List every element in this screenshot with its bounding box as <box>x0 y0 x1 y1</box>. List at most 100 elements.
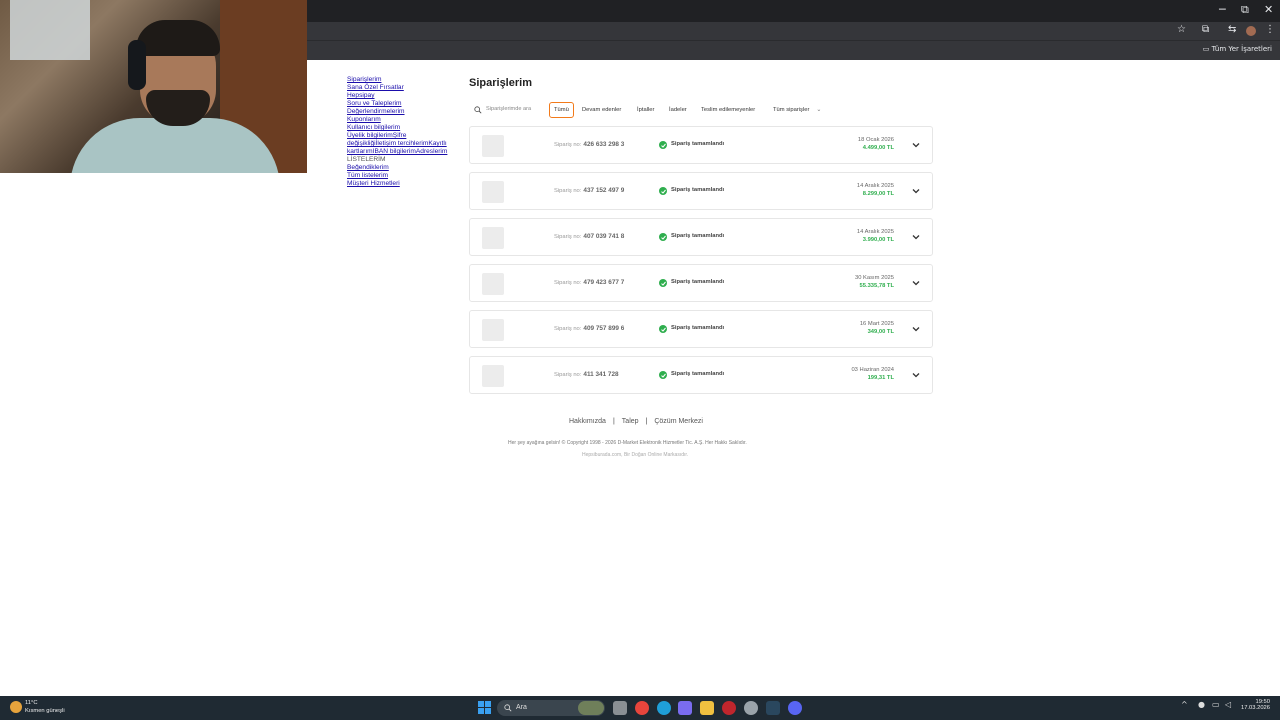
footer-brand: Hepsiburada.com, Bir Doğan Online Markas… <box>582 452 689 458</box>
check-circle-icon <box>659 233 667 241</box>
footer-link-about[interactable]: Hakkımızda <box>569 418 606 425</box>
order-row[interactable]: Sipariş no: 437 152 497 9 Sipariş tamamlan… <box>469 172 933 210</box>
tray-chevron-icon[interactable]: ^ <box>1181 700 1188 709</box>
taskbar-clock[interactable]: 19:50 17.03.2026 <box>1241 699 1270 711</box>
settings-icon[interactable] <box>744 701 758 715</box>
tab-search-icon[interactable]: ⇆ <box>1228 24 1236 35</box>
product-thumbnail[interactable] <box>482 227 504 249</box>
sidebar-item-reviews[interactable]: Değerlendirmelerim <box>347 108 459 116</box>
sidebar-item-customer-service[interactable]: Müşteri Hizmetleri <box>347 180 459 188</box>
sidebar-item-preferences[interactable]: değişikliğiİletişim tercihlerimKayıtlı <box>347 140 459 148</box>
sun-cloud-icon <box>10 701 22 713</box>
sidebar-item-hepsipay[interactable]: Hepsipay <box>347 92 459 100</box>
order-row[interactable]: Sipariş no: 411 341 728 Sipariş tamamlandı… <box>469 356 933 394</box>
all-bookmarks-link[interactable]: ▭ Tüm Yer İşaretleri <box>1203 45 1272 53</box>
sidebar-item-special-offers[interactable]: Sana Özel Fırsatlar <box>347 84 459 92</box>
product-thumbnail[interactable] <box>482 319 504 341</box>
product-thumbnail[interactable] <box>482 181 504 203</box>
filter-dropdown[interactable]: Tüm siparişler ⌄ <box>769 102 825 118</box>
chrome-icon[interactable] <box>635 701 649 715</box>
order-price: 4.499,00 TL <box>862 145 894 151</box>
filter-returns[interactable]: İadeler <box>665 102 691 118</box>
footer-link-solution-center[interactable]: Çözüm Merkezi <box>654 418 703 425</box>
product-thumbnail[interactable] <box>482 273 504 295</box>
star-icon[interactable]: ☆ <box>1177 24 1186 35</box>
order-date: 16 Mart 2025 <box>859 321 894 327</box>
check-circle-icon <box>659 371 667 379</box>
profile-avatar[interactable] <box>1246 26 1256 36</box>
copilot-icon[interactable] <box>678 701 692 715</box>
network-icon[interactable]: ▭ <box>1212 700 1220 709</box>
product-thumbnail[interactable] <box>482 135 504 157</box>
webcam-person-hair <box>136 20 220 56</box>
order-row[interactable]: Sipariş no: 426 633 298 3 Sipariş tamamlan… <box>469 126 933 164</box>
filter-ongoing[interactable]: Devam edenler <box>578 102 625 118</box>
product-thumbnail[interactable] <box>482 365 504 387</box>
order-date: 03 Haziran 2024 <box>851 367 894 373</box>
order-row[interactable]: Sipariş no: 407 039 741 8 Sipariş tamamlan… <box>469 218 933 256</box>
order-number: Sipariş no: 479 423 677 7 <box>554 279 624 286</box>
order-status-text: Sipariş tamamlandı <box>671 141 725 147</box>
maximize-button[interactable]: ⧉ <box>1241 3 1249 17</box>
order-status-text: Sipariş tamamlandı <box>671 187 725 193</box>
check-circle-icon <box>659 141 667 149</box>
microphone-icon[interactable]: ● <box>1198 700 1205 709</box>
order-price: 8.299,00 TL <box>862 191 894 197</box>
chevron-down-icon[interactable] <box>910 369 922 381</box>
discord-icon[interactable] <box>788 701 802 715</box>
footer-link-request[interactable]: Talep <box>622 418 639 425</box>
filter-undelivered[interactable]: Teslim edilemeyenler <box>697 102 759 118</box>
windows-logo-tile <box>478 708 484 714</box>
order-number: Sipariş no: 437 152 497 9 <box>554 187 624 194</box>
taskbar-search[interactable]: Ara <box>497 700 605 716</box>
media-icon[interactable] <box>722 701 736 715</box>
minimize-button[interactable]: ─ <box>1219 3 1226 16</box>
sidebar-item-membership[interactable]: Üyelik bilgilerimŞifre <box>347 132 459 140</box>
extensions-icon[interactable]: ⧉ <box>1202 24 1209 35</box>
order-status-text: Sipariş tamamlandı <box>671 233 725 239</box>
folder-icon[interactable] <box>700 701 714 715</box>
search-icon <box>504 704 512 712</box>
order-number: Sipariş no: 426 633 298 3 <box>554 141 624 148</box>
sidebar-item-questions[interactable]: Soru ve Taleplerim <box>347 100 459 108</box>
chevron-down-icon[interactable] <box>910 277 922 289</box>
chevron-down-icon[interactable] <box>910 185 922 197</box>
sidebar-item-user-info[interactable]: Kullanıcı bilgilerim <box>347 124 459 132</box>
sidebar-item-coupons[interactable]: Kuponlarım <box>347 116 459 124</box>
volume-icon[interactable]: ◁ <box>1225 700 1231 709</box>
steam-icon[interactable] <box>766 701 780 715</box>
weather-temperature: 11°C <box>25 700 38 706</box>
sidebar-item-cards-addresses[interactable]: kartlarımIBAN bilgilerimAdreslerim <box>347 148 459 156</box>
footer-separator: | <box>612 418 615 425</box>
order-number: Sipariş no: 409 757 899 6 <box>554 325 624 332</box>
chevron-down-icon[interactable] <box>910 231 922 243</box>
order-date: 14 Aralık 2025 <box>856 183 894 189</box>
edge-icon[interactable] <box>657 701 671 715</box>
order-status-text: Sipariş tamamlandı <box>671 325 725 331</box>
order-number-value: 407 039 741 8 <box>583 233 625 240</box>
check-circle-icon <box>659 187 667 195</box>
close-window-button[interactable]: ✕ <box>1264 3 1273 16</box>
chevron-down-icon[interactable] <box>910 323 922 335</box>
filter-cancellations[interactable]: İptaller <box>633 102 658 118</box>
page-title: Siparişlerim <box>469 77 532 89</box>
filter-all[interactable]: Tümü <box>549 102 574 118</box>
sidebar-item-favorites[interactable]: Beğendiklerim <box>347 164 459 172</box>
order-number: Sipariş no: 411 341 728 <box>554 371 619 378</box>
menu-icon[interactable]: ⋮ <box>1265 24 1275 35</box>
order-row[interactable]: Sipariş no: 479 423 677 7 Sipariş tamamlan… <box>469 264 933 302</box>
chevron-down-icon[interactable] <box>910 139 922 151</box>
folder-icon: ▭ <box>1202 45 1210 53</box>
order-number-value: 409 757 899 6 <box>583 325 625 332</box>
sidebar-item-orders[interactable]: Siparişlerim <box>347 76 459 84</box>
taskbar-search-label: Ara <box>516 704 527 711</box>
start-button[interactable] <box>478 701 492 715</box>
webcam-window <box>10 0 90 60</box>
search-placeholder: Siparişlerimde ara <box>486 106 532 112</box>
sidebar-item-all-lists[interactable]: Tüm listelerim <box>347 172 459 180</box>
footer-separator: | <box>645 418 648 425</box>
order-date: 18 Ocak 2026 <box>857 137 894 143</box>
order-row[interactable]: Sipariş no: 409 757 899 6 Sipariş tamamlan… <box>469 310 933 348</box>
order-search-input[interactable]: Siparişlerimde ara <box>472 104 546 116</box>
task-view-icon[interactable] <box>613 701 627 715</box>
